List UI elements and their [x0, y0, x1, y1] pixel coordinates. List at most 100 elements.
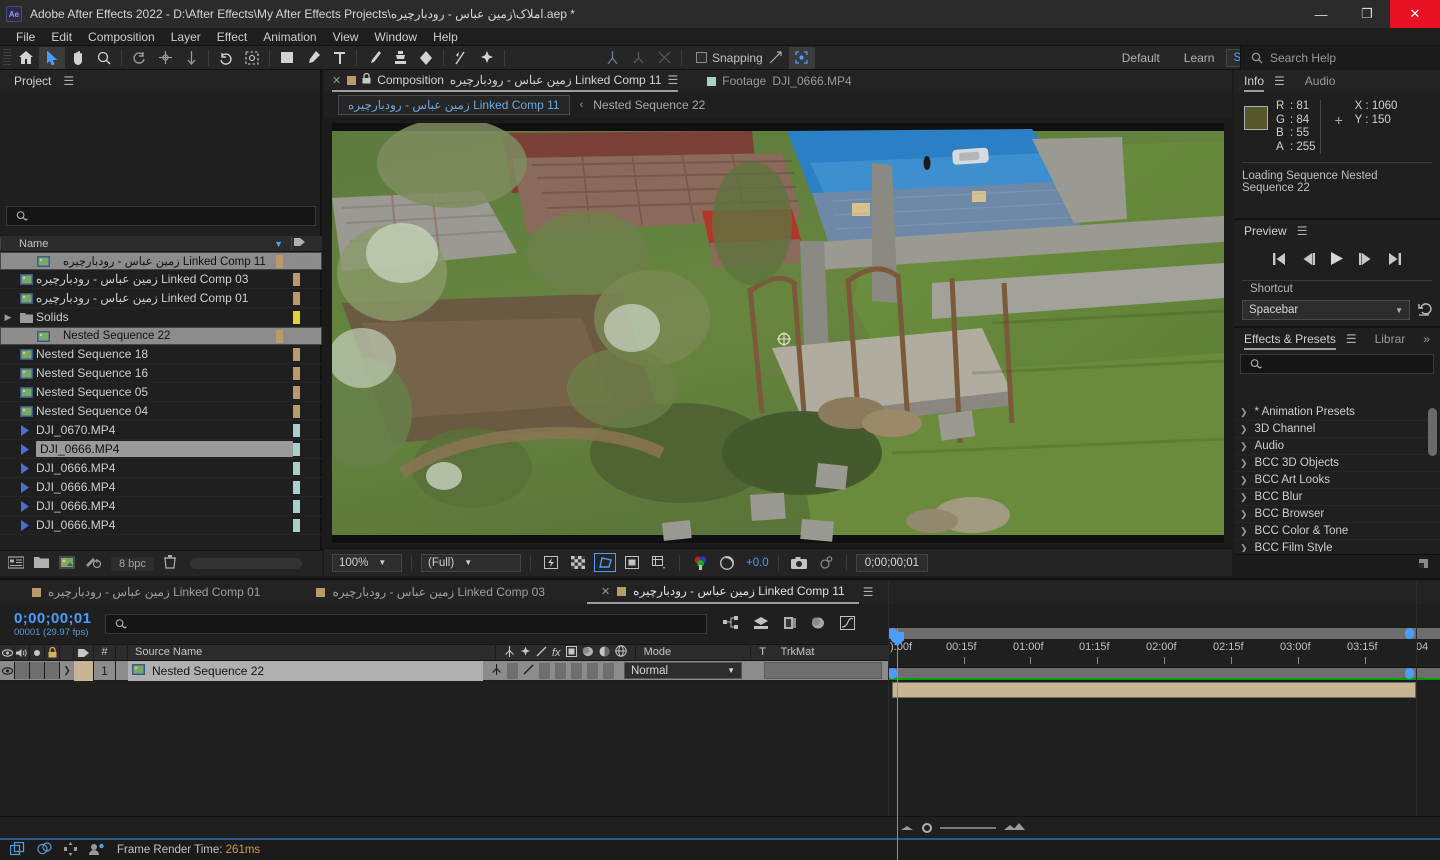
timeline-search-input[interactable]	[105, 614, 708, 634]
menu-item-composition[interactable]: Composition	[80, 28, 163, 46]
puppet-position-pin-icon[interactable]	[599, 47, 625, 69]
layer-lock-toggle[interactable]	[45, 662, 60, 679]
grid-guides-icon[interactable]	[648, 553, 670, 572]
project-item-row[interactable]: Nested Sequence 22	[0, 327, 322, 345]
zoom-out-icon[interactable]	[900, 822, 914, 834]
shy-switch-icon[interactable]	[504, 645, 515, 660]
snapping-toggle[interactable]: Snapping	[696, 51, 763, 65]
effects-category-row[interactable]: ❯ Audio	[1234, 438, 1440, 455]
adjustment-layer-switch-icon[interactable]	[599, 646, 610, 660]
zoom-slider-track[interactable]	[940, 826, 996, 829]
project-settings-icon[interactable]	[85, 556, 102, 572]
effects-category-row[interactable]: ❯ * Animation Presets	[1234, 404, 1440, 421]
quality-switch-icon[interactable]	[536, 646, 547, 660]
reset-shortcut-icon[interactable]	[1418, 302, 1434, 319]
workspace-learn[interactable]: Learn	[1172, 51, 1227, 65]
first-frame-button[interactable]	[1273, 252, 1286, 268]
project-item-row[interactable]: Nested Sequence 04	[0, 402, 322, 421]
graph-editor-icon[interactable]	[840, 615, 856, 633]
layer-collapse-switch[interactable]	[507, 662, 518, 679]
zoom-slider-knob[interactable]	[922, 822, 932, 833]
roto-brush-icon[interactable]	[239, 47, 265, 69]
shortcut-select[interactable]: Spacebar ▼	[1242, 300, 1410, 320]
tab-composition[interactable]: ✕ Composition زمین عباس - رودبارچیره Lin…	[332, 70, 679, 92]
motion-blur-switch-icon[interactable]	[582, 646, 594, 660]
label-color-swatch[interactable]	[276, 329, 283, 343]
composition-panel-menu-icon[interactable]: ☰	[668, 73, 679, 87]
puppet-tool-icon[interactable]	[474, 47, 500, 69]
work-area-bar[interactable]	[888, 668, 1440, 680]
source-name-header[interactable]: Source Name	[128, 644, 496, 661]
composition-canvas[interactable]	[332, 123, 1224, 543]
hand-tool-icon[interactable]	[65, 47, 91, 69]
timeline-tab[interactable]: زمین عباس - رودبارچیره Linked Comp 01	[18, 580, 274, 604]
label-color-swatch[interactable]	[293, 366, 300, 380]
minimize-button[interactable]: —	[1298, 0, 1344, 28]
project-item-row[interactable]: DJI_0666.MP4	[0, 478, 322, 497]
project-item-row[interactable]: Nested Sequence 18	[0, 345, 322, 364]
menu-item-file[interactable]: File	[8, 28, 43, 46]
layer-trkmat-cell[interactable]	[764, 662, 882, 679]
resolution-select[interactable]: (Full) ▼	[421, 553, 521, 572]
trkmat-header[interactable]: TrkMat	[775, 644, 899, 661]
eraser-tool-icon[interactable]	[413, 47, 439, 69]
info-panel-menu-icon[interactable]: ☰	[1274, 74, 1285, 88]
layer-motion-blur-switch[interactable]	[571, 662, 582, 679]
fast-previews-icon[interactable]	[540, 553, 562, 572]
rotation-tool-icon[interactable]	[126, 47, 152, 69]
effects-switch-icon[interactable]: fx	[552, 647, 561, 659]
project-item-row[interactable]: DJI_0666.MP4	[0, 459, 322, 478]
label-color-swatch[interactable]	[293, 272, 300, 286]
layer-solo-toggle[interactable]	[30, 662, 45, 679]
label-color-swatch[interactable]	[293, 461, 300, 475]
project-panel-menu-icon[interactable]: ☰	[63, 74, 74, 88]
label-color-swatch[interactable]	[293, 442, 300, 456]
effects-search-input[interactable]	[1240, 354, 1434, 374]
effects-category-row[interactable]: ❯ 3D Channel	[1234, 421, 1440, 438]
timeline-ruler[interactable]: ):00f 00:15f 01:00f 01:15f 02:00f 02:15f…	[888, 628, 1440, 668]
cache-indicator-icon[interactable]	[37, 841, 52, 859]
effects-scrollbar[interactable]	[1428, 408, 1437, 456]
new-composition-icon[interactable]	[59, 555, 75, 572]
current-time-display[interactable]: 0;00;00;01 00001 (29.97 fps)	[14, 610, 91, 638]
label-color-swatch[interactable]	[293, 423, 300, 437]
maximize-button[interactable]: ❐	[1344, 0, 1390, 28]
menu-item-view[interactable]: View	[325, 28, 367, 46]
composition-timecode[interactable]: 0;00;00;01	[855, 553, 929, 572]
snapping-checkbox-icon[interactable]	[696, 52, 707, 63]
menu-item-effect[interactable]: Effect	[209, 28, 255, 46]
label-color-swatch[interactable]	[293, 518, 300, 532]
column-label[interactable]	[291, 237, 307, 250]
project-item-row[interactable]: Nested Sequence 16	[0, 364, 322, 383]
layer-number-header[interactable]: #	[94, 644, 116, 661]
layer-expand-triangle[interactable]: ❯	[60, 665, 74, 676]
zoom-in-icon[interactable]	[1004, 822, 1026, 834]
timeline-zoom-slider[interactable]	[900, 822, 1026, 834]
motion-blur-icon[interactable]	[783, 616, 797, 633]
three-d-layer-switch-icon[interactable]	[614, 645, 627, 660]
exposure-value[interactable]: +0.0	[746, 557, 769, 569]
project-item-row[interactable]: DJI_0666.MP4	[0, 516, 322, 535]
label-color-swatch[interactable]	[293, 347, 300, 361]
layer-duration-bar[interactable]	[892, 682, 1416, 698]
play-button[interactable]	[1331, 252, 1343, 268]
toolbar-grip[interactable]	[3, 48, 11, 67]
timeline-tab[interactable]: زمین عباس - رودبارچیره Linked Comp 03	[302, 580, 558, 604]
composition-mini-flowchart-icon[interactable]	[723, 615, 739, 633]
puppet-overlap-pin-icon[interactable]	[651, 47, 677, 69]
label-color-swatch[interactable]	[276, 254, 283, 268]
effects-category-row[interactable]: ❯ BCC Browser	[1234, 506, 1440, 523]
disclosure-triangle[interactable]: ▶	[0, 312, 16, 323]
pen-tool-icon[interactable]	[300, 47, 326, 69]
work-area-start-handle[interactable]	[888, 668, 897, 679]
label-color-swatch[interactable]	[293, 404, 300, 418]
column-name[interactable]: Name	[0, 237, 274, 250]
toggle-mask-paths-icon[interactable]	[594, 553, 616, 572]
toggle-transparency-grid-icon[interactable]	[567, 553, 589, 572]
draft-3d-icon[interactable]	[753, 616, 769, 633]
tab-info[interactable]: Info	[1244, 70, 1265, 92]
project-item-row[interactable]: Nested Sequence 05	[0, 383, 322, 402]
layer-frame-blend-switch[interactable]	[555, 662, 566, 679]
time-navigator-bar[interactable]	[888, 628, 1440, 639]
audio-toggle-header-icon[interactable]	[15, 644, 30, 661]
